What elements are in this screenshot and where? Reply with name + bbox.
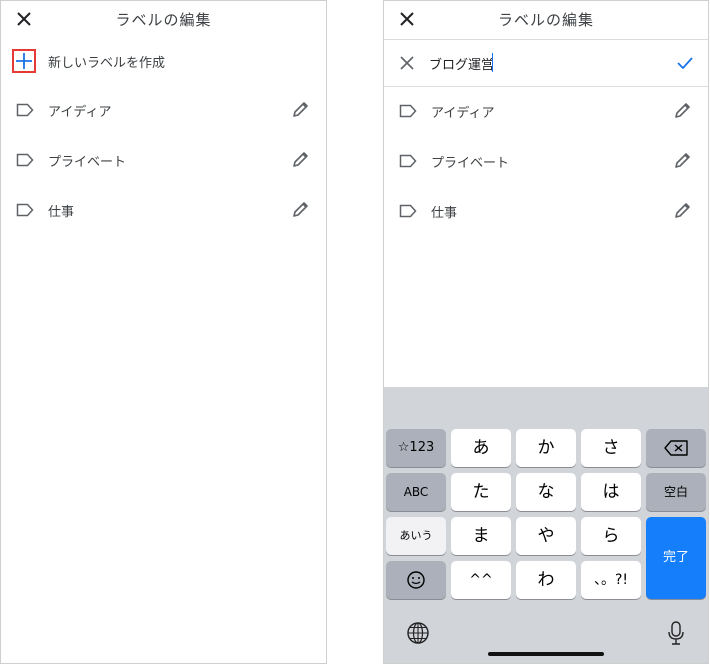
label-icon [16, 103, 34, 117]
header: ラベルの編集 [384, 1, 708, 39]
key-numbers[interactable]: ☆123 [386, 429, 446, 467]
key-wa[interactable]: わ [516, 561, 576, 599]
japanese-keyboard: ☆123 あ か さ ABC た な は 空白 あいう ま や ら 完了 ^^ … [384, 387, 708, 663]
pencil-icon[interactable] [673, 200, 693, 220]
key-abc[interactable]: ABC [386, 473, 446, 511]
plus-icon [16, 53, 32, 69]
label-name: アイディア [431, 106, 495, 121]
key-ya[interactable]: や [516, 517, 576, 555]
key-sa[interactable]: さ [581, 429, 641, 467]
add-label-button[interactable] [12, 49, 36, 73]
page-title: ラベルの編集 [115, 11, 212, 29]
pencil-icon[interactable] [291, 199, 311, 219]
space-key[interactable]: 空白 [646, 473, 706, 511]
microphone-icon[interactable] [666, 620, 686, 646]
home-indicator [488, 652, 604, 656]
globe-icon[interactable] [406, 621, 430, 645]
label-name: 仕事 [48, 205, 75, 220]
right-screen: ラベルの編集 アイディア プライベート 仕事 ☆123 あ か さ ABC た … [383, 0, 709, 664]
key-ra[interactable]: ら [581, 517, 641, 555]
key-ta[interactable]: た [451, 473, 511, 511]
left-screen: ラベルの編集 新しいラベルを作成 アイディア プライベート 仕事 [0, 0, 327, 664]
label-name: アイディア [48, 105, 112, 120]
label-icon [399, 204, 417, 218]
cancel-icon[interactable] [399, 55, 415, 71]
label-name: プライベート [431, 156, 510, 171]
label-icon [16, 153, 34, 167]
key-ha[interactable]: は [581, 473, 641, 511]
key-kaomoji[interactable]: ^^ [451, 561, 511, 599]
label-name: 仕事 [431, 206, 458, 221]
pencil-icon[interactable] [673, 100, 693, 120]
check-icon[interactable] [676, 54, 694, 72]
label-row[interactable]: 仕事 [384, 188, 708, 236]
key-ka[interactable]: か [516, 429, 576, 467]
key-na[interactable]: な [516, 473, 576, 511]
label-name: プライベート [48, 155, 127, 170]
label-icon [16, 203, 34, 217]
backspace-icon [664, 440, 688, 456]
label-row[interactable]: プライベート [384, 138, 708, 186]
label-row[interactable]: アイディア [1, 87, 326, 135]
key-punctuation[interactable]: 、。?! [581, 561, 641, 599]
pencil-icon[interactable] [291, 149, 311, 169]
create-label-text: 新しいラベルを作成 [48, 56, 166, 71]
create-label-row[interactable]: 新しいラベルを作成 [1, 37, 326, 85]
backspace-key[interactable] [646, 429, 706, 467]
label-name-input[interactable] [429, 52, 649, 74]
pencil-icon[interactable] [291, 99, 311, 119]
label-row[interactable]: アイディア [384, 88, 708, 136]
label-row[interactable]: 仕事 [1, 187, 326, 235]
emoji-key[interactable] [386, 561, 446, 599]
label-icon [399, 154, 417, 168]
key-kana-mode[interactable]: あいう [386, 517, 446, 555]
key-ma[interactable]: ま [451, 517, 511, 555]
header: ラベルの編集 [1, 1, 326, 39]
label-row[interactable]: プライベート [1, 137, 326, 185]
page-title: ラベルの編集 [497, 11, 594, 29]
label-icon [399, 104, 417, 118]
pencil-icon[interactable] [673, 150, 693, 170]
emoji-icon [407, 571, 425, 589]
text-caret [492, 53, 493, 72]
new-label-edit-row [384, 39, 708, 87]
done-key[interactable]: 完了 [646, 517, 706, 599]
key-a[interactable]: あ [451, 429, 511, 467]
